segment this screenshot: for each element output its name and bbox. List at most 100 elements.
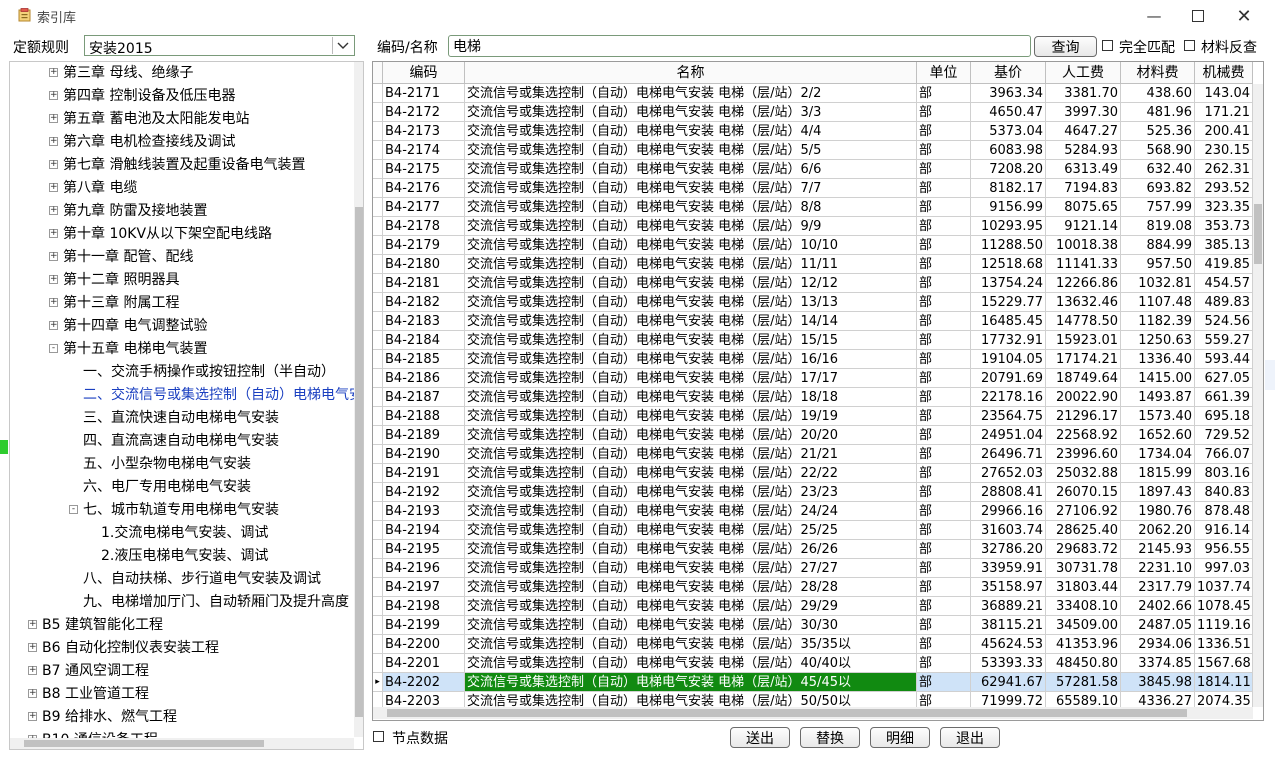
table-row[interactable]: B4-2179 交流信号或集选控制（自动）电梯电气安装 电梯（层/站）10/10 部… xyxy=(373,236,1263,255)
expand-icon[interactable]: + xyxy=(49,229,58,238)
table-hscroll-thumb[interactable] xyxy=(387,709,1187,717)
table-row[interactable]: B4-2198 交流信号或集选控制（自动）电梯电气安装 电梯（层/站）29/29 部… xyxy=(373,597,1263,616)
tree-item[interactable]: + 第十三章 附属工程 xyxy=(49,292,179,315)
exact-match-checkbox[interactable] xyxy=(1102,40,1113,51)
row-indicator[interactable] xyxy=(373,160,383,179)
row-indicator[interactable] xyxy=(373,388,383,407)
row-indicator[interactable] xyxy=(373,369,383,388)
tree-item[interactable]: + 第三章 母线、绝缘子 xyxy=(49,62,193,85)
expand-icon[interactable]: + xyxy=(28,689,37,698)
row-indicator[interactable] xyxy=(373,407,383,426)
tree-item[interactable]: 二、交流信号或集选控制（自动）电梯电气安装 xyxy=(83,384,363,407)
table-scroll-thumb[interactable] xyxy=(1254,204,1262,264)
tree-item[interactable]: + B6 自动化控制仪表安装工程 xyxy=(28,637,219,660)
row-indicator[interactable] xyxy=(373,293,383,312)
table-row[interactable]: B4-2178 交流信号或集选控制（自动）电梯电气安装 电梯（层/站）9/9 部 10… xyxy=(373,217,1263,236)
expand-icon[interactable]: + xyxy=(49,91,58,100)
column-header[interactable]: 名称 xyxy=(465,62,917,84)
column-header[interactable]: 基价 xyxy=(971,62,1046,84)
column-header[interactable]: 机械费 xyxy=(1195,62,1253,84)
expand-icon[interactable]: + xyxy=(49,183,58,192)
row-indicator[interactable] xyxy=(373,540,383,559)
table-row[interactable]: B4-2173 交流信号或集选控制（自动）电梯电气安装 电梯（层/站）4/4 部 53… xyxy=(373,122,1263,141)
table-row[interactable]: B4-2192 交流信号或集选控制（自动）电梯电气安装 电梯（层/站）23/23 部… xyxy=(373,483,1263,502)
table-row[interactable]: B4-2189 交流信号或集选控制（自动）电梯电气安装 电梯（层/站）20/20 部… xyxy=(373,426,1263,445)
table-row[interactable]: B4-2180 交流信号或集选控制（自动）电梯电气安装 电梯（层/站）11/11 部… xyxy=(373,255,1263,274)
tree-item[interactable]: 八、自动扶梯、步行道电气安装及调试 xyxy=(83,568,321,591)
detail-button[interactable]: 明细 xyxy=(870,727,930,748)
expand-icon[interactable]: + xyxy=(28,620,37,629)
expand-icon[interactable]: + xyxy=(28,643,37,652)
tree-horizontal-scrollbar[interactable] xyxy=(10,738,354,749)
table-row[interactable]: B4-2195 交流信号或集选控制（自动）电梯电气安装 电梯（层/站）26/26 部… xyxy=(373,540,1263,559)
row-indicator[interactable] xyxy=(373,521,383,540)
close-icon[interactable]: ✕ xyxy=(1221,4,1267,28)
table-row[interactable]: B4-2201 交流信号或集选控制（自动）电梯电气安装 电梯（层/站）40/40以… xyxy=(373,654,1263,673)
row-indicator[interactable] xyxy=(373,103,383,122)
row-indicator[interactable] xyxy=(373,331,383,350)
row-indicator[interactable] xyxy=(373,559,383,578)
expand-icon[interactable]: + xyxy=(49,114,58,123)
tree-item[interactable]: 六、电厂专用电梯电气安装 xyxy=(83,476,251,499)
table-row[interactable]: B4-2193 交流信号或集选控制（自动）电梯电气安装 电梯（层/站）24/24 部… xyxy=(373,502,1263,521)
table-row[interactable]: B4-2183 交流信号或集选控制（自动）电梯电气安装 电梯（层/站）14/14 部… xyxy=(373,312,1263,331)
tree-vertical-scrollbar[interactable] xyxy=(354,62,363,737)
table-row[interactable]: B4-2175 交流信号或集选控制（自动）电梯电气安装 电梯（层/站）6/6 部 72… xyxy=(373,160,1263,179)
table-row[interactable]: B4-2184 交流信号或集选控制（自动）电梯电气安装 电梯（层/站）15/15 部… xyxy=(373,331,1263,350)
table-row[interactable]: B4-2172 交流信号或集选控制（自动）电梯电气安装 电梯（层/站）3/3 部 46… xyxy=(373,103,1263,122)
row-indicator[interactable] xyxy=(373,578,383,597)
row-indicator[interactable] xyxy=(373,426,383,445)
column-header[interactable]: 编码 xyxy=(383,62,465,84)
tree-item[interactable]: 2.液压电梯电气安装、调试 xyxy=(101,545,268,568)
table-row[interactable]: B4-2187 交流信号或集选控制（自动）电梯电气安装 电梯（层/站）18/18 部… xyxy=(373,388,1263,407)
row-indicator[interactable] xyxy=(373,179,383,198)
tree-item[interactable]: 九、电梯增加厅门、自动轿厢门及提升高度 xyxy=(83,591,349,614)
row-indicator[interactable] xyxy=(373,616,383,635)
row-pointer-icon[interactable]: ▸ xyxy=(373,673,383,692)
table-row[interactable]: ▸ B4-2202 交流信号或集选控制（自动）电梯电气安装 电梯（层/站）45/45… xyxy=(373,673,1263,692)
tree-item[interactable]: 五、小型杂物电梯电气安装 xyxy=(83,453,251,476)
row-indicator[interactable] xyxy=(373,483,383,502)
table-horizontal-scrollbar[interactable] xyxy=(373,707,1253,719)
tree-item[interactable]: + B5 建筑智能化工程 xyxy=(28,614,163,637)
search-input[interactable] xyxy=(448,35,1031,57)
table-row[interactable]: B4-2190 交流信号或集选控制（自动）电梯电气安装 电梯（层/站）21/21 部… xyxy=(373,445,1263,464)
table-row[interactable]: B4-2191 交流信号或集选控制（自动）电梯电气安装 电梯（层/站）22/22 部… xyxy=(373,464,1263,483)
chevron-down-icon[interactable] xyxy=(332,37,353,54)
table-row[interactable]: B4-2171 交流信号或集选控制（自动）电梯电气安装 电梯（层/站）2/2 部 39… xyxy=(373,84,1263,103)
maximize-icon[interactable] xyxy=(1175,4,1221,28)
row-indicator[interactable] xyxy=(373,654,383,673)
minimize-icon[interactable]: — xyxy=(1131,4,1177,28)
node-data-checkbox[interactable] xyxy=(373,731,384,742)
table-row[interactable]: B4-2200 交流信号或集选控制（自动）电梯电气安装 电梯（层/站）35/35以… xyxy=(373,635,1263,654)
tree-item[interactable]: + 第四章 控制设备及低压电器 xyxy=(49,85,235,108)
expand-icon[interactable]: + xyxy=(49,275,58,284)
expand-icon[interactable]: + xyxy=(28,666,37,675)
row-indicator[interactable] xyxy=(373,350,383,369)
row-indicator[interactable] xyxy=(373,217,383,236)
collapse-icon[interactable]: - xyxy=(49,344,58,353)
tree-item[interactable]: - 七、城市轨道专用电梯电气安装 xyxy=(69,499,279,522)
tree-item[interactable]: + B7 通风空调工程 xyxy=(28,660,149,683)
row-indicator[interactable] xyxy=(373,122,383,141)
tree-item[interactable]: + 第十一章 配管、配线 xyxy=(49,246,193,269)
tree-hscroll-thumb[interactable] xyxy=(24,740,264,747)
rule-select[interactable]: 安装2015 xyxy=(84,35,355,57)
column-header[interactable]: 材料费 xyxy=(1121,62,1195,84)
table-row[interactable]: B4-2188 交流信号或集选控制（自动）电梯电气安装 电梯（层/站）19/19 部… xyxy=(373,407,1263,426)
table-vertical-scrollbar[interactable] xyxy=(1253,84,1263,707)
table-row[interactable]: B4-2176 交流信号或集选控制（自动）电梯电气安装 电梯（层/站）7/7 部 81… xyxy=(373,179,1263,198)
tree-item[interactable]: + 第十四章 电气调整试验 xyxy=(49,315,207,338)
tree-item[interactable]: + 第十二章 照明器具 xyxy=(49,269,179,292)
tree-item[interactable]: 一、交流手柄操作或按钮控制（半自动） xyxy=(83,361,335,384)
table-row[interactable]: B4-2194 交流信号或集选控制（自动）电梯电气安装 电梯（层/站）25/25 部… xyxy=(373,521,1263,540)
material-lookup-checkbox[interactable] xyxy=(1184,40,1195,51)
tree-item[interactable]: - 第十五章 电梯电气装置 xyxy=(49,338,207,361)
expand-icon[interactable]: + xyxy=(49,252,58,261)
row-indicator[interactable] xyxy=(373,198,383,217)
table-row[interactable]: B4-2186 交流信号或集选控制（自动）电梯电气安装 电梯（层/站）17/17 部… xyxy=(373,369,1263,388)
tree-scroll-thumb[interactable] xyxy=(355,207,363,717)
row-indicator[interactable] xyxy=(373,274,383,293)
tree-item[interactable]: 三、直流快速自动电梯电气安装 xyxy=(83,407,279,430)
expand-icon[interactable]: + xyxy=(49,137,58,146)
